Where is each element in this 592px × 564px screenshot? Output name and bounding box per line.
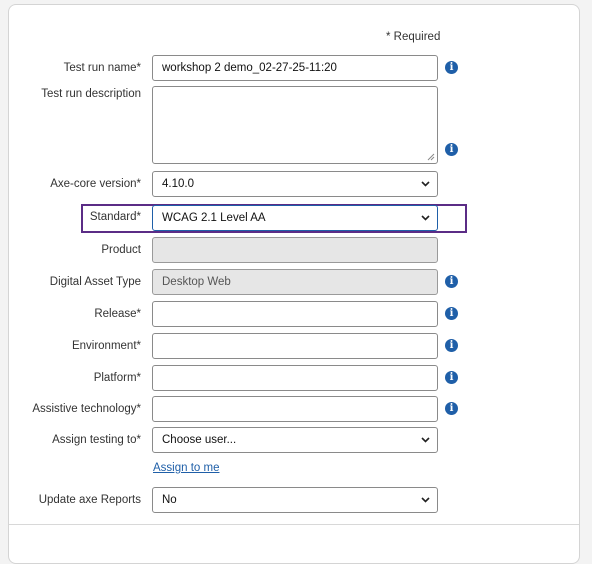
chevron-down-icon [420,172,430,196]
info-icon[interactable]: i [445,61,458,74]
standard-label: Standard* [89,211,141,223]
update-axe-reports-value: No [162,494,177,506]
assign-testing-to-label: Assign testing to* [52,434,141,446]
axe-core-version-value: 4.10.0 [162,178,194,190]
release-input[interactable] [152,301,438,327]
info-icon[interactable]: i [445,371,458,384]
platform-label: Platform* [93,372,141,384]
digital-asset-type-input: Desktop Web [152,269,438,295]
test-run-description-label: Test run description [41,88,141,100]
info-icon[interactable]: i [445,275,458,288]
product-input [152,237,438,263]
assistive-technology-input[interactable] [152,396,438,422]
info-icon[interactable]: i [445,143,458,156]
release-label: Release* [94,308,141,320]
product-label: Product [101,244,141,256]
info-icon[interactable]: i [445,339,458,352]
resize-grip-icon[interactable] [427,153,435,161]
update-axe-reports-select[interactable]: No [152,487,438,513]
test-run-name-label: Test run name* [63,62,141,74]
environment-label: Environment* [71,340,141,352]
update-axe-reports-label: Update axe Reports [38,494,141,506]
chevron-down-icon [420,206,430,230]
axe-core-version-label: Axe-core version* [50,178,141,190]
assign-testing-to-value: Choose user... [162,434,237,446]
standard-value: WCAG 2.1 Level AA [162,212,266,224]
platform-input[interactable] [152,365,438,391]
divider [9,524,579,525]
digital-asset-type-label: Digital Asset Type [49,276,141,288]
assistive-technology-label: Assistive technology* [32,403,141,415]
chevron-down-icon [420,428,430,452]
axe-core-version-select[interactable]: 4.10.0 [152,171,438,197]
assign-to-me-link[interactable]: Assign to me [153,462,219,474]
test-run-name-input[interactable]: workshop 2 demo_02-27-25-11:20 [152,55,438,81]
info-icon[interactable]: i [445,307,458,320]
standard-select[interactable]: WCAG 2.1 Level AA [152,205,438,231]
required-note: * Required [386,31,441,43]
assign-testing-to-select[interactable]: Choose user... [152,427,438,453]
test-run-description-textarea[interactable] [152,86,438,164]
chevron-down-icon [420,488,430,512]
info-icon[interactable]: i [445,402,458,415]
environment-input[interactable] [152,333,438,359]
